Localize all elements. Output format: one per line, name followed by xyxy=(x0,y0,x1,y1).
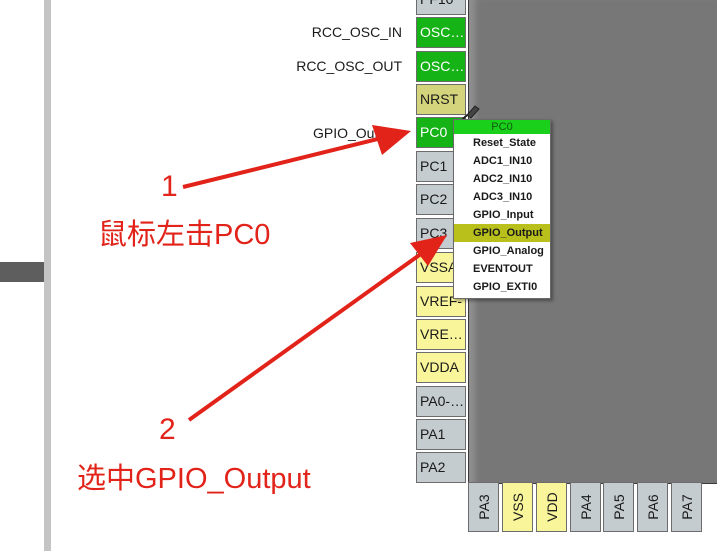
annotation-step1-number: 1 xyxy=(161,170,178,203)
annotation-step2-text: 选中GPIO_Output xyxy=(77,463,311,495)
annotation-step1-text: 鼠标左击PC0 xyxy=(98,219,271,251)
annotation-step2-number: 2 xyxy=(159,413,176,446)
arrow-step-1 xyxy=(182,125,411,189)
arrow-step-2 xyxy=(187,235,447,422)
